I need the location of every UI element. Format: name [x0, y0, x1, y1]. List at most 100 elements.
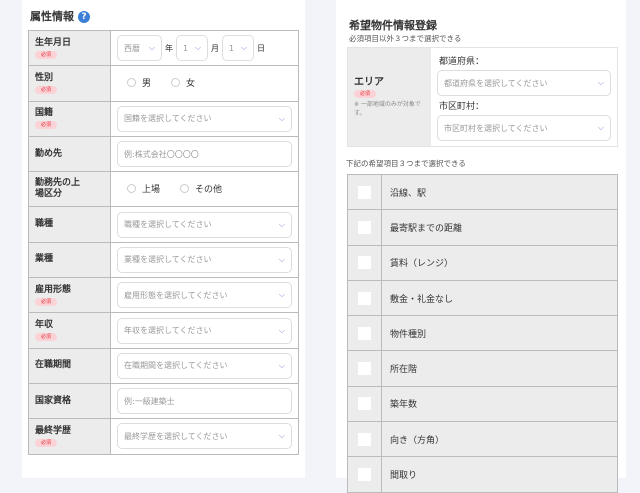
preference-checkbox[interactable] — [358, 397, 371, 411]
city-select[interactable]: 市区町村を選択してください ⌵ — [437, 115, 611, 141]
checkbox-cell — [347, 279, 382, 317]
attribute-panel: 属性情報? 生年月日 必須 西暦 ⌵ 年 1 ⌵ 月 1 ⌵ 日 性別 必須 男女 国籍 必須 国… — [22, 0, 305, 478]
placeholder: 例:一級建築士 — [124, 396, 175, 406]
checkbox-cell — [347, 385, 382, 423]
label-text: 雇用形態 — [35, 284, 72, 295]
preference-checkbox[interactable] — [358, 291, 371, 305]
income-select[interactable]: 年収を選択してください ⌵ — [117, 317, 292, 344]
month-unit: 月 — [211, 43, 219, 53]
area-label-cell: エリア必須 ※ 一部地域のみが対象です。 — [348, 48, 431, 146]
preference-row: 向き（方角） — [347, 421, 618, 458]
prefecture-select[interactable]: 都道府県を選択してください ⌵ — [437, 70, 611, 96]
chevron-down-icon: ⌵ — [278, 360, 285, 370]
placeholder: 雇用形態を選択してください — [124, 290, 228, 300]
employment-select[interactable]: 雇用形態を選択してください ⌵ — [117, 282, 292, 309]
preference-checkbox[interactable] — [358, 256, 371, 270]
preference-checkbox[interactable] — [358, 468, 371, 482]
label-text: 性別 — [35, 72, 54, 83]
radio-label: その他 — [195, 185, 223, 196]
property-panel: 希望物件情報登録 必須項目以外３つまで選択できる エリア必須 ※ 一部地域のみが対… — [336, 0, 626, 493]
gender-male-radio[interactable]: 男 — [127, 76, 151, 89]
checkbox-cell — [347, 209, 382, 246]
day-value: 1 — [229, 43, 235, 53]
era-select[interactable]: 西暦 ⌵ — [117, 35, 162, 62]
row-employment: 雇用形態必須 雇用形態を選択してください ⌵ — [28, 277, 299, 314]
city-label: 市区町村： — [439, 102, 485, 112]
preference-row: 間取り — [347, 456, 618, 493]
label-text: 勤務先の上場区分 — [35, 178, 81, 200]
required-badge: 必須 — [354, 90, 376, 98]
chevron-down-icon: ⌵ — [240, 43, 247, 53]
preference-row: 最寄駅までの距離 — [347, 209, 618, 246]
label-text: 生年月日 — [35, 37, 72, 48]
preference-checkbox[interactable] — [358, 185, 371, 199]
education-select[interactable]: 最終学歴を選択してください ⌵ — [117, 423, 292, 450]
label-text: 最終学歴 — [35, 425, 72, 436]
placeholder: 国籍を選択してください — [124, 114, 212, 124]
label-text: 職種 — [35, 219, 54, 230]
gender-female-radio[interactable]: 女 — [171, 76, 195, 89]
preference-row: 物件種別 — [347, 315, 618, 352]
checkbox-cell — [347, 315, 382, 352]
row-gender: 性別 必須 男 女 — [28, 65, 299, 102]
placeholder: 最終学歴を選択してください — [124, 431, 228, 441]
help-icon[interactable]: ? — [78, 11, 90, 23]
checkbox-cell — [347, 456, 382, 493]
preference-table: 沿線、駅 最寄駅までの距離 賃料（レンジ） 敷金・礼金なし 物件種別 所在階 築年数 向き（方… — [347, 173, 618, 493]
listed-radio[interactable]: 上場 — [127, 182, 160, 195]
chevron-down-icon: ⌵ — [278, 219, 285, 229]
month-select[interactable]: 1 ⌵ — [176, 35, 208, 62]
placeholder: 在職期間を選択してください — [124, 361, 228, 371]
year-unit: 年 — [165, 43, 173, 53]
occupation-select[interactable]: 職種を選択してください ⌵ — [117, 211, 292, 238]
preference-label: 所在階 — [381, 350, 618, 387]
label-text: 在職期間 — [35, 360, 72, 371]
radio-label: 男 — [142, 79, 152, 90]
required-badge: 必須 — [35, 333, 57, 342]
industry-select[interactable]: 業種を選択してください ⌵ — [117, 246, 292, 273]
label-text: 勤め先 — [35, 148, 63, 159]
placeholder: 職種を選択してください — [124, 220, 212, 230]
placeholder: 市区町村を選択してください — [444, 123, 548, 133]
required-badge: 必須 — [35, 438, 57, 447]
subtitle: 必須項目以外３つまで選択できる — [349, 34, 462, 43]
placeholder: 例:株式会社〇〇〇〇 — [124, 149, 199, 159]
preference-checkbox[interactable] — [358, 220, 371, 234]
preference-label: 敷金・礼金なし — [381, 279, 618, 317]
qualification-input[interactable]: 例:一級建築士 — [117, 388, 292, 415]
chevron-down-icon: ⌵ — [278, 290, 285, 300]
nationality-select[interactable]: 国籍を選択してください ⌵ — [117, 105, 292, 132]
section-title: 希望物件情報登録 — [349, 19, 437, 32]
day-select[interactable]: 1 ⌵ — [222, 35, 254, 62]
section-title: 属性情報? — [30, 8, 90, 24]
row-birth: 生年月日 必須 西暦 ⌵ 年 1 ⌵ 月 1 ⌵ 日 — [28, 29, 299, 67]
preference-label: 間取り — [381, 456, 618, 493]
chevron-down-icon: ⌵ — [597, 123, 604, 132]
preference-checkbox[interactable] — [358, 432, 371, 446]
preference-checkbox[interactable] — [358, 326, 371, 340]
row-education: 最終学歴必須 最終学歴を選択してください ⌵ — [28, 418, 299, 455]
label-text: 国家資格 — [35, 395, 72, 406]
other-radio[interactable]: その他 — [180, 182, 222, 195]
preference-label: 賃料（レンジ） — [381, 244, 618, 281]
required-badge: 必須 — [35, 297, 57, 306]
placeholder: 都道府県を選択してください — [444, 78, 548, 88]
radio-label: 女 — [186, 79, 196, 90]
row-listing: 勤務先の上場区分 上場 その他 — [28, 171, 299, 208]
tenure-select[interactable]: 在職期間を選択してください ⌵ — [117, 352, 292, 379]
preference-row: 築年数 — [347, 385, 618, 423]
checkbox-cell — [347, 421, 382, 458]
preference-row: 所在階 — [347, 350, 618, 387]
month-value: 1 — [183, 43, 189, 53]
prefecture-label: 都道府県： — [439, 57, 485, 67]
preference-checkbox[interactable] — [358, 362, 371, 376]
employer-input[interactable]: 例:株式会社〇〇〇〇 — [117, 141, 292, 168]
radio-label: 上場 — [142, 185, 161, 196]
area-note: ※ 一部地域のみが対象です。 — [354, 101, 421, 117]
era-value: 西暦 — [124, 43, 140, 53]
label-text: エリア — [354, 77, 384, 88]
row-industry: 業種 業種を選択してください ⌵ — [28, 241, 299, 279]
checkbox-cell — [347, 244, 382, 281]
required-badge: 必須 — [35, 121, 57, 130]
checkbox-cell — [347, 350, 382, 387]
